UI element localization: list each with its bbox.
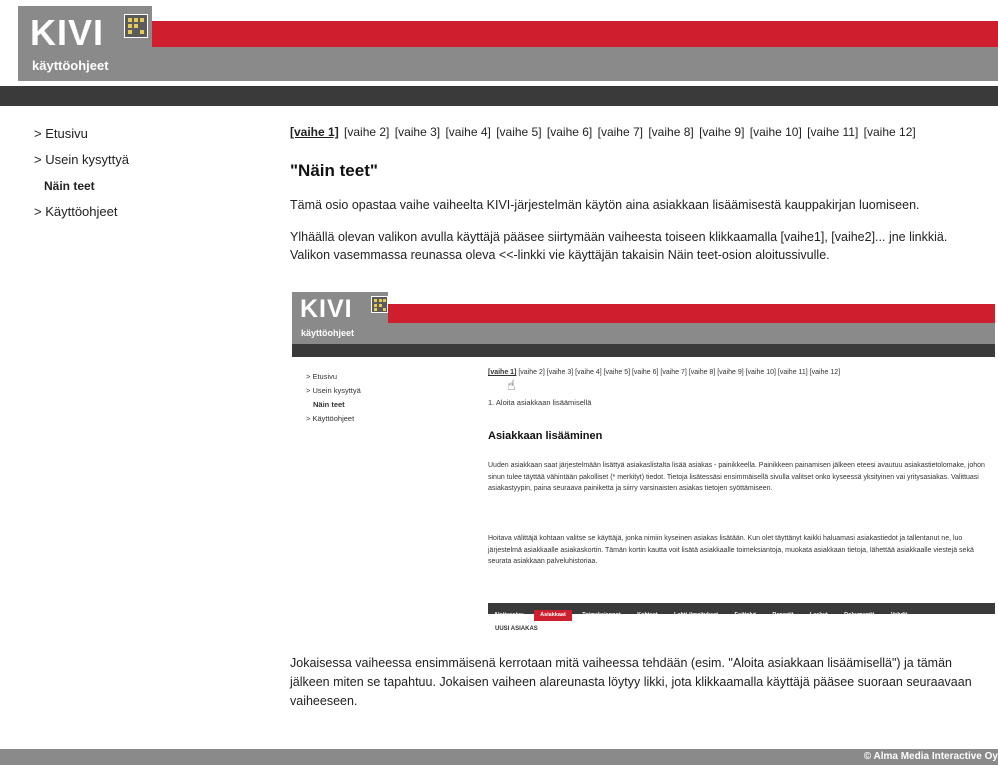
screenshot-nav-item: Esittelyt	[734, 612, 756, 618]
step-link-11[interactable]: [vaihe 11]	[807, 125, 858, 139]
header-red-bar	[152, 21, 998, 47]
header-dark-strip	[0, 86, 998, 106]
sidebar: > Etusivu > Usein kysyttyä Näin teet > K…	[34, 121, 254, 225]
step-link-4[interactable]: [vaihe 4]	[445, 125, 490, 139]
footer: © Alma Media Interactive Oy	[0, 749, 998, 765]
screenshot-paragraph: Hoitava välittäjä kohtaan valitse se käy…	[488, 535, 974, 565]
screenshot-sidebar: > Etusivu > Usein kysyttyä Näin teet > K…	[306, 370, 361, 426]
intro-text: Tämä osio opastaa vaihe vaiheelta KIVI-j…	[290, 198, 920, 212]
screenshot-active-step: [vaihe 1]	[488, 369, 517, 376]
screenshot-app-nav: Aloitussivu Asiakkaat Toimeksiannot Koht…	[488, 603, 995, 621]
screenshot-nav-item: Lehti-ilmoitukset	[674, 612, 719, 618]
screenshot-sidebar-item: Näin teet	[313, 400, 345, 409]
outro-text: Jokaisessa vaiheessa ensimmäisenä kerrot…	[290, 656, 972, 708]
step-link-9[interactable]: [vaihe 9]	[699, 125, 744, 139]
screenshot-new-client-label: UUSI ASIAKAS	[495, 626, 538, 632]
screenshot-nav-item: Asiakkaat	[534, 610, 572, 621]
sidebar-item-usein-kysyttya[interactable]: > Usein kysyttyä	[34, 147, 254, 173]
step-link-6[interactable]: [vaihe 6]	[547, 125, 592, 139]
screenshot-nav-item: Vahdit	[890, 612, 908, 618]
screenshot-grid-logo-icon	[371, 296, 388, 313]
screenshot-sidebar-item: > Käyttöohjeet	[306, 414, 355, 423]
screenshot-step-navigation: [vaihe 1] [vaihe 2] [vaihe 3] [vaihe 4] …	[488, 369, 840, 376]
step-link-10[interactable]: [vaihe 10]	[750, 125, 802, 139]
sidebar-item-etusivu[interactable]: > Etusivu	[34, 121, 254, 147]
screenshot-logo-subtitle: käyttöohjeet	[301, 328, 355, 338]
footer-copyright: © Alma Media Interactive Oy	[863, 751, 998, 762]
logo-subtitle: käyttöohjeet	[32, 58, 109, 73]
screenshot-nav-item: Raportit	[772, 612, 794, 618]
screenshot-logo-title: KIVI	[300, 295, 353, 323]
screenshot-grey-bar	[388, 323, 995, 344]
screenshot-nav-item: Aloitussivu	[494, 612, 524, 618]
step-link-7[interactable]: [vaihe 7]	[598, 125, 643, 139]
step-link-8[interactable]: [vaihe 8]	[648, 125, 693, 139]
header: KIVI käyttöohjeet	[0, 0, 998, 86]
screenshot-nav-item: Laskut	[809, 612, 828, 618]
step-navigation: [vaihe 1] [vaihe 2] [vaihe 3] [vaihe 4] …	[290, 125, 995, 139]
main-content: [vaihe 1] [vaihe 2] [vaihe 3] [vaihe 4] …	[290, 125, 995, 264]
grid-logo-icon	[124, 14, 148, 38]
screenshot-logo: KIVI käyttöohjeet	[292, 292, 388, 344]
screenshot-nav-item: Kohteet	[637, 612, 658, 618]
screenshot-nav-item: Dokumentit	[844, 612, 875, 618]
screenshot-section-title: Asiakkaan lisääminen	[488, 430, 603, 442]
step-link-2[interactable]: [vaihe 2]	[344, 125, 389, 139]
screenshot-step-heading: 1. Aloita asiakkaan lisäämisellä	[488, 398, 592, 407]
sidebar-item-kayttoohjeet[interactable]: > Käyttöohjeet	[34, 199, 254, 225]
navigation-help-text: Ylhäällä olevan valikon avulla käyttäjä …	[290, 230, 948, 262]
logo-title: KIVI	[30, 12, 105, 53]
screenshot-nav-item: Toimeksiannot	[582, 612, 621, 618]
screenshot-sidebar-item: > Usein kysyttyä	[306, 386, 361, 395]
page-title: "Näin teet"	[290, 161, 378, 180]
screenshot-sidebar-item: > Etusivu	[306, 372, 338, 381]
screenshot-dark-strip	[292, 344, 995, 357]
sidebar-item-nain-teet: Näin teet	[44, 179, 95, 193]
step-link-3[interactable]: [vaihe 3]	[395, 125, 440, 139]
screenshot-step-links: [vaihe 2] [vaihe 3] [vaihe 4] [vaihe 5] …	[518, 369, 841, 376]
step-link-12[interactable]: [vaihe 12]	[864, 125, 916, 139]
kivi-logo[interactable]: KIVI käyttöohjeet	[18, 6, 152, 81]
screenshot-paragraph: Uuden asiakkaan saat järjestelmään lisät…	[488, 462, 985, 492]
step-link-5[interactable]: [vaihe 5]	[496, 125, 541, 139]
example-screenshot: KIVI käyttöohjeet > Etusivu > Usein kysy…	[292, 292, 995, 638]
screenshot-red-bar	[388, 304, 995, 323]
step-link-1[interactable]: [vaihe 1]	[290, 125, 339, 139]
header-grey-bar	[152, 47, 998, 81]
hand-cursor-icon: ☝	[507, 377, 516, 393]
